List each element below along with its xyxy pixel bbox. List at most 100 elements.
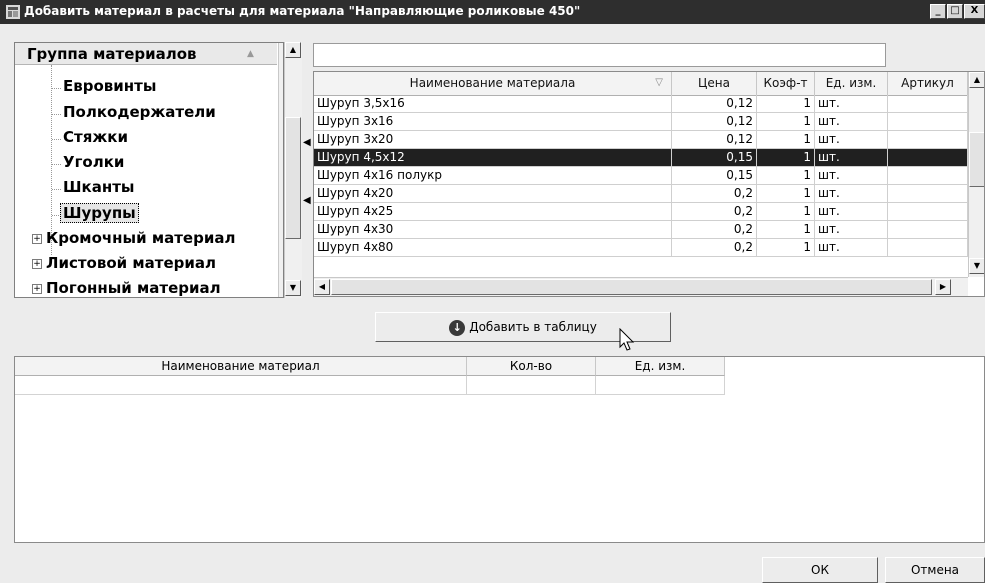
material-cell-name[interactable]: Шуруп 4х16 полукр [314,167,672,185]
material-cell-coef[interactable]: 1 [757,131,815,149]
tree-item-styazhki[interactable]: Стяжки [63,128,128,146]
splitter-left-arrow-icon[interactable]: ◀ [303,195,311,206]
material-row[interactable]: Шуруп 4,5х12 0,15 1 шт. [314,149,968,167]
material-cell-name[interactable]: Шуруп 4х30 [314,221,672,239]
expand-icon[interactable]: + [32,234,42,244]
splitter-left-arrow-icon[interactable]: ◀ [303,137,311,148]
cancel-button[interactable]: Отмена [885,557,985,583]
column-header-price[interactable]: Цена [672,72,757,95]
material-cell-unit[interactable]: шт. [815,167,888,185]
scroll-up-button[interactable]: ▲ [285,42,301,58]
material-cell-unit[interactable]: шт. [815,95,888,113]
material-row[interactable]: Шуруп 4х16 полукр 0,15 1 шт. [314,167,968,185]
search-input[interactable] [313,43,886,67]
column-header-unit[interactable]: Ед. изм. [596,357,725,376]
material-cell-coef[interactable]: 1 [757,221,815,239]
material-cell-coef[interactable]: 1 [757,203,815,221]
material-cell-article[interactable] [888,131,968,149]
result-cell-quantity[interactable] [467,376,596,395]
material-cell-price[interactable]: 0,2 [672,203,757,221]
material-cell-unit[interactable]: шт. [815,113,888,131]
scroll-thumb[interactable] [285,117,301,239]
material-group-tree[interactable]: Группа материалов ▲ Евровинты Полкодержа… [14,42,284,298]
material-cell-article[interactable] [888,95,968,113]
ok-button[interactable]: ОК [762,557,878,583]
material-cell-unit[interactable]: шт. [815,149,888,167]
tree-header[interactable]: Группа материалов ▲ [15,43,277,65]
tree-vertical-scrollbar[interactable]: ▲ ▼ [284,42,302,298]
expand-icon[interactable]: + [32,259,42,269]
materials-vertical-scrollbar[interactable]: ▲ ▼ [968,72,984,277]
material-cell-coef[interactable]: 1 [757,185,815,203]
scroll-right-button[interactable]: ▶ [935,279,951,295]
material-cell-price[interactable]: 0,12 [672,131,757,149]
material-row[interactable]: Шуруп 3,5х16 0,12 1 шт. [314,95,968,113]
material-cell-unit[interactable]: шт. [815,203,888,221]
material-cell-price[interactable]: 0,2 [672,239,757,257]
material-cell-coef[interactable]: 1 [757,239,815,257]
scroll-down-button[interactable]: ▼ [969,258,984,274]
material-cell-coef[interactable]: 1 [757,167,815,185]
material-row[interactable]: Шуруп 3х20 0,12 1 шт. [314,131,968,149]
material-cell-unit[interactable]: шт. [815,221,888,239]
material-cell-article[interactable] [888,167,968,185]
tree-item-polkoderzhateli[interactable]: Полкодержатели [63,103,216,121]
minimize-button[interactable]: _ [930,4,946,19]
material-cell-unit[interactable]: шт. [815,131,888,149]
material-cell-coef[interactable]: 1 [757,95,815,113]
material-cell-article[interactable] [888,185,968,203]
column-header-article[interactable]: Артикул [888,72,968,95]
scroll-left-button[interactable]: ◀ [314,279,330,295]
result-cell-name[interactable] [15,376,467,395]
tree-item-shurupy[interactable]: Шурупы [60,203,139,223]
materials-horizontal-scrollbar[interactable]: ◀ ▶ [314,277,968,296]
tree-group-kromochny[interactable]: Кромочный материал [46,229,235,247]
material-cell-price[interactable]: 0,15 [672,167,757,185]
scroll-thumb[interactable] [331,279,932,295]
material-cell-name[interactable]: Шуруп 3х20 [314,131,672,149]
material-cell-name[interactable]: Шуруп 4х20 [314,185,672,203]
material-row[interactable]: Шуруп 4х30 0,2 1 шт. [314,221,968,239]
result-cell-unit[interactable] [596,376,725,395]
material-row[interactable]: Шуруп 4х80 0,2 1 шт. [314,239,968,257]
tree-item-shkanty[interactable]: Шканты [63,178,134,196]
maximize-button[interactable]: □ [947,4,963,19]
close-button[interactable]: X [964,4,985,19]
material-cell-price[interactable]: 0,2 [672,221,757,239]
material-cell-article[interactable] [888,113,968,131]
selected-materials-grid[interactable]: Наименование материал Кол-во Ед. изм. [14,356,985,543]
material-cell-price[interactable]: 0,12 [672,95,757,113]
expand-icon[interactable]: + [32,284,42,294]
scroll-up-button[interactable]: ▲ [969,72,984,88]
scroll-down-button[interactable]: ▼ [285,280,301,296]
material-cell-price[interactable]: 0,15 [672,149,757,167]
material-cell-name[interactable]: Шуруп 4,5х12 [314,149,672,167]
material-cell-price[interactable]: 0,12 [672,113,757,131]
material-cell-price[interactable]: 0,2 [672,185,757,203]
material-cell-article[interactable] [888,221,968,239]
material-row[interactable]: Шуруп 4х20 0,2 1 шт. [314,185,968,203]
material-row[interactable]: Шуруп 4х25 0,2 1 шт. [314,203,968,221]
column-header-material-name[interactable]: Наименование материал [15,357,467,376]
tree-item-eurovinty[interactable]: Евровинты [63,77,156,95]
column-header-coef[interactable]: Коэф-т [757,72,815,95]
material-cell-coef[interactable]: 1 [757,149,815,167]
tree-group-listovoy[interactable]: Листовой материал [46,254,216,272]
material-cell-article[interactable] [888,149,968,167]
materials-grid[interactable]: Наименование материала ▽ Цена Коэф-т Ед. … [313,71,985,297]
scroll-thumb[interactable] [969,132,984,187]
material-cell-unit[interactable]: шт. [815,239,888,257]
material-cell-name[interactable]: Шуруп 4х80 [314,239,672,257]
tree-item-ugolki[interactable]: Уголки [63,153,124,171]
column-header-quantity[interactable]: Кол-во [467,357,596,376]
material-cell-name[interactable]: Шуруп 4х25 [314,203,672,221]
material-row[interactable]: Шуруп 3х16 0,12 1 шт. [314,113,968,131]
material-cell-article[interactable] [888,203,968,221]
material-cell-unit[interactable]: шт. [815,185,888,203]
material-cell-coef[interactable]: 1 [757,113,815,131]
material-cell-article[interactable] [888,239,968,257]
material-cell-name[interactable]: Шуруп 3х16 [314,113,672,131]
column-header-name[interactable]: Наименование материала ▽ [314,72,672,95]
tree-group-pogonny[interactable]: Погонный материал [46,279,221,297]
column-header-unit[interactable]: Ед. изм. [815,72,888,95]
